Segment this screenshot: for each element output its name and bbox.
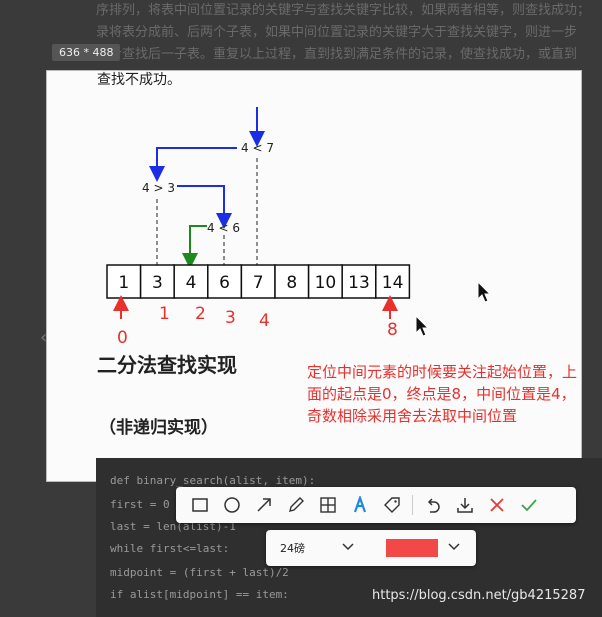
array-value: 7 <box>253 273 264 293</box>
arrow-to-4 <box>182 225 207 269</box>
ellipse-icon[interactable] <box>216 489 248 521</box>
array-value: 13 <box>348 273 370 293</box>
index-label: 4 <box>259 311 270 331</box>
index-label: 0 <box>117 328 128 348</box>
annotation-toolbar <box>176 487 576 523</box>
selection-size-badge: 636 * 488 <box>52 44 121 61</box>
arrow-to-6 <box>177 185 232 229</box>
array-value: 14 <box>382 273 404 293</box>
index-label: 1 <box>159 304 170 324</box>
font-size-select[interactable]: 24磅 <box>280 540 305 556</box>
chevron-left-icon[interactable]: ‹ <box>40 327 47 348</box>
background-text-line: 录将表分成前、后两个子表，如果中间位置记录的关键字大于查找关键字，则进一步 <box>96 25 578 40</box>
mosaic-icon[interactable] <box>312 489 344 521</box>
background-text-line: 序排列，将表中间位置记录的关键字与查找关键字比较，如果两者相等，则查找成功； <box>96 3 591 18</box>
sorted-array: 1 3 4 6 7 8 10 13 14 <box>106 264 411 299</box>
binary-search-diagram: 4 < 7 4 > 3 4 < 6 1 3 4 6 7 8 10 13 14 01 2 3 4 8 <box>106 107 411 348</box>
comparison-label: 4 < 7 <box>241 141 274 155</box>
index-label: 2 <box>195 304 206 324</box>
array-value: 8 <box>286 273 297 293</box>
code-line: if alist[midpoint] == item: <box>110 588 289 601</box>
code-line: first = 0 <box>110 498 170 511</box>
mouse-cursor-icon <box>477 281 491 303</box>
chevron-down-icon[interactable] <box>446 539 462 555</box>
annotation-note[interactable]: 定位中间元素的时候要关注起始位置，上面的起点是0，终点是8，中间位置是4，奇数相… <box>307 361 577 427</box>
heading-main: 二分法查找实现 <box>97 353 237 377</box>
chevron-down-icon[interactable] <box>340 539 356 555</box>
array-value: 6 <box>219 273 230 293</box>
code-line: def binary_search(alist, item): <box>110 474 316 487</box>
heading-sub: （非递归实现） <box>99 418 218 438</box>
arrow-to-3 <box>149 147 237 182</box>
cancel-icon[interactable] <box>481 489 513 521</box>
array-value: 10 <box>315 273 337 293</box>
index-label: 3 <box>225 308 236 328</box>
background-text: 序排列，将表中间位置记录的关键字与查找关键字比较，如果两者相等，则查找成功； 录… <box>96 0 596 66</box>
comparison-label: 4 > 3 <box>142 181 175 195</box>
index-label: 8 <box>387 320 398 340</box>
color-picker[interactable] <box>386 539 438 557</box>
rectangle-icon[interactable] <box>184 489 216 521</box>
confirm-icon[interactable] <box>513 489 545 521</box>
array-value: 3 <box>152 273 163 293</box>
watermark: https://blog.csdn.net/gb4215287 <box>372 588 586 603</box>
comparison-label: 4 < 6 <box>207 221 240 235</box>
mouse-cursor-icon <box>415 315 429 337</box>
text-icon[interactable] <box>344 489 376 521</box>
undo-icon[interactable] <box>417 489 449 521</box>
pen-icon[interactable] <box>280 489 312 521</box>
screenshot-selection[interactable]: 查找不成功。 4 < 7 4 > 3 4 < 6 1 3 4 6 7 8 10 13 14 <box>46 70 582 482</box>
array-value: 1 <box>118 273 129 293</box>
text-style-bar: 24磅 <box>266 530 476 566</box>
array-value: 4 <box>186 273 197 293</box>
tag-icon[interactable] <box>376 489 408 521</box>
index-labels: 0 1 2 3 4 8 <box>117 304 398 348</box>
code-line: while first<=last: <box>110 542 230 555</box>
toolbar-divider <box>412 495 413 515</box>
download-icon[interactable] <box>449 489 481 521</box>
arrow-icon[interactable] <box>248 489 280 521</box>
code-line: midpoint = (first + last)/2 <box>110 566 289 579</box>
background-text-line: 一步查找后一子表。重复以上过程，直到找到满足条件的记录，使查找成功，或直到 <box>96 47 578 62</box>
